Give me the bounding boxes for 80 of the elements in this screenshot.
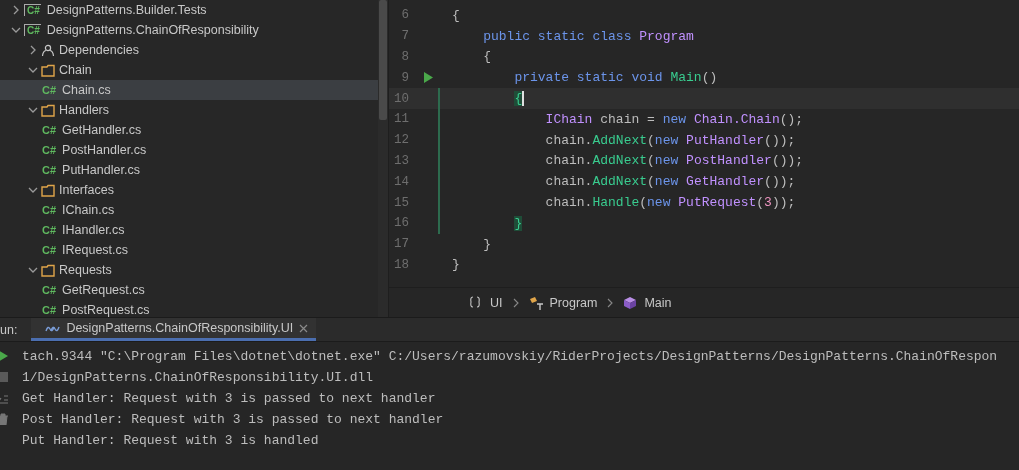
class-icon <box>528 295 544 310</box>
chevron-icon[interactable] <box>11 5 21 15</box>
csharp-file-icon: C# <box>42 204 57 216</box>
csharp-file-icon: C# <box>42 244 57 256</box>
code-line: chain.AddNext(new PutHandler()); <box>544 132 797 148</box>
line-number: 12 <box>393 133 409 148</box>
console-line: 1/DesignPatterns.ChainOfResponsibility.UI.dll <box>22 369 375 387</box>
tree-item[interactable]: C# IHandler.cs <box>0 220 378 240</box>
tree-item[interactable]: Requests <box>0 260 378 280</box>
dependencies-icon <box>41 43 55 57</box>
chevron-icon[interactable] <box>28 65 38 75</box>
tree-item[interactable]: C# PostRequest.cs <box>0 300 378 317</box>
scrollbar[interactable] <box>378 0 388 317</box>
code-line: { <box>482 49 492 65</box>
chevron-icon <box>607 297 614 308</box>
method-icon <box>623 295 639 310</box>
run-tab[interactable]: DesignPatterns.ChainOfResponsibility.UI <box>31 318 317 341</box>
code-line: public static class Program <box>482 28 695 44</box>
tree-item[interactable]: C# GetHandler.cs <box>0 120 378 140</box>
tree-item[interactable]: C# DesignPatterns.Builder.Tests <box>0 0 378 20</box>
csharp-file-icon: C# <box>42 144 57 156</box>
code-line: { <box>452 7 461 23</box>
tree-item[interactable]: Handlers <box>0 100 378 120</box>
close-icon <box>299 323 309 333</box>
code-line: chain.Handle(new PutRequest(3)); <box>544 195 797 211</box>
line-number: 18 <box>393 257 409 272</box>
line-number: 17 <box>393 237 409 252</box>
folder-icon <box>41 183 55 197</box>
breadcrumb-item[interactable]: Main <box>623 295 672 310</box>
line-number: 11 <box>393 112 409 127</box>
tree-item[interactable]: C# IRequest.cs <box>0 240 378 260</box>
tree-item[interactable]: C# PostHandler.cs <box>0 140 378 160</box>
chevron-icon[interactable] <box>11 25 21 35</box>
tree-item[interactable]: C# GetRequest.cs <box>0 280 378 300</box>
line-number: 9 <box>400 70 409 85</box>
code-line: IChain chain = new Chain.Chain(); <box>544 111 805 127</box>
tree-item[interactable]: Dependencies <box>0 40 378 60</box>
code-line: chain.AddNext(new GetHandler()); <box>544 174 797 190</box>
tree-item[interactable]: C# Chain.cs <box>0 80 378 100</box>
csharp-file-icon: C# <box>42 304 57 316</box>
chevron-icon <box>512 297 519 308</box>
line-number: 10 <box>393 91 409 106</box>
run-icon[interactable] <box>423 72 433 84</box>
line-number: 15 <box>393 195 409 210</box>
csharp-file-icon: C# <box>42 164 57 176</box>
console-line: tach.9344 "C:\Program Files\dotnet\dotnet.exe" C:/Users/razumovskiy/RiderProjects/DesignPatterns/DesignPatterns.ChainOfRespon <box>22 348 999 366</box>
line-number: 6 <box>400 8 409 23</box>
tree-item[interactable]: Chain <box>0 60 378 80</box>
folder-icon <box>41 63 55 77</box>
code-line: } <box>452 257 461 273</box>
line-number: 13 <box>393 153 409 168</box>
run-icon[interactable] <box>0 350 9 362</box>
folder-icon <box>41 263 55 277</box>
tree-item[interactable]: C# PutHandler.cs <box>0 160 378 180</box>
line-number: 8 <box>400 50 409 64</box>
tree-item[interactable]: Interfaces <box>0 180 378 200</box>
breadcrumb-item[interactable]: Program <box>528 295 598 310</box>
code-line: private static void Main() <box>513 70 719 86</box>
chevron-icon[interactable] <box>28 45 38 55</box>
line-number: 16 <box>393 216 409 231</box>
line-number: 7 <box>400 29 409 44</box>
breadcrumb-item[interactable]: UI <box>469 295 503 310</box>
csharp-file-icon: C# <box>42 284 57 296</box>
console-line: Put Handler: Request with 3 is handled <box>22 432 320 450</box>
trash-icon[interactable] <box>0 413 9 425</box>
code-line: } <box>482 236 492 252</box>
line-number: 14 <box>393 174 409 189</box>
chevron-icon[interactable] <box>28 185 38 195</box>
code-line: chain.AddNext(new PostHandler()); <box>544 153 805 169</box>
chevron-icon[interactable] <box>28 105 38 115</box>
csharp-file-icon: C# <box>42 224 57 236</box>
tree-item[interactable]: C# IChain.cs <box>0 200 378 220</box>
chevron-icon[interactable] <box>28 265 38 275</box>
console-line: Post Handler: Request with 3 is passed to next handler <box>22 411 445 429</box>
panel-label: un: <box>0 321 19 339</box>
csharp-file-icon: C# <box>42 124 57 136</box>
tree-item[interactable]: C# DesignPatterns.ChainOfResponsibility <box>0 20 378 40</box>
csharp-file-icon: C# <box>42 84 57 96</box>
console-line: Get Handler: Request with 3 is passed to next handler <box>22 390 437 408</box>
folder-icon <box>41 103 55 117</box>
